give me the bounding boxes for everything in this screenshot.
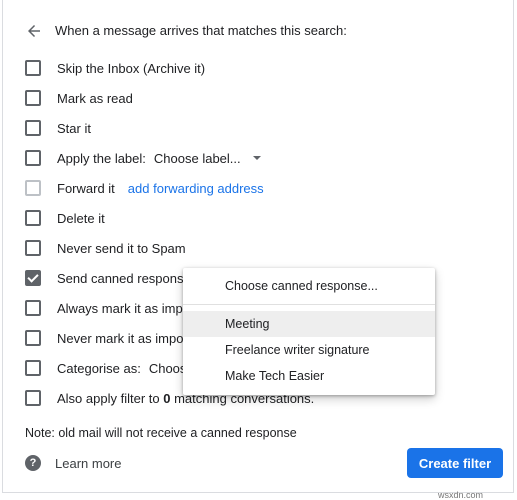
create-filter-button[interactable]: Create filter bbox=[407, 448, 503, 478]
categorise-checkbox[interactable] bbox=[25, 360, 41, 376]
menu-item-make-tech-easier[interactable]: Make Tech Easier bbox=[183, 363, 435, 389]
never-spam-label: Never send it to Spam bbox=[57, 240, 186, 256]
always-important-label: Always mark it as import bbox=[57, 300, 198, 316]
label-select-value: Choose label... bbox=[153, 150, 241, 166]
matching-count: 0 bbox=[163, 390, 171, 406]
option-never-spam[interactable]: Never send it to Spam bbox=[25, 238, 186, 258]
option-never-important[interactable]: Never mark it as importa bbox=[25, 328, 199, 348]
never-spam-checkbox[interactable] bbox=[25, 240, 41, 256]
delete-checkbox[interactable] bbox=[25, 210, 41, 226]
canned-response-menu: Choose canned response... Meeting Freela… bbox=[183, 268, 435, 395]
delete-label: Delete it bbox=[57, 210, 105, 226]
option-categorise[interactable]: Categorise as: Choose c bbox=[25, 358, 204, 378]
also-apply-prefix: Also apply filter to bbox=[57, 390, 160, 406]
mark-read-label: Mark as read bbox=[57, 90, 133, 106]
apply-label-checkbox[interactable] bbox=[25, 150, 41, 166]
option-mark-read[interactable]: Mark as read bbox=[25, 88, 133, 108]
always-important-checkbox[interactable] bbox=[25, 300, 41, 316]
option-star[interactable]: Star it bbox=[25, 118, 91, 138]
canned-response-checkbox[interactable] bbox=[25, 270, 41, 286]
learn-more-link[interactable]: ? Learn more bbox=[25, 453, 121, 473]
canned-response-note: Note: old mail will not receive a canned… bbox=[25, 426, 297, 440]
option-canned-response[interactable]: Send canned response: bbox=[25, 268, 194, 288]
learn-more-label: Learn more bbox=[55, 455, 122, 471]
option-always-important[interactable]: Always mark it as import bbox=[25, 298, 198, 318]
back-arrow-icon[interactable] bbox=[25, 22, 43, 40]
menu-item-meeting[interactable]: Meeting bbox=[183, 311, 435, 337]
menu-divider bbox=[183, 304, 435, 305]
star-checkbox[interactable] bbox=[25, 120, 41, 136]
never-important-label: Never mark it as importa bbox=[57, 330, 199, 346]
menu-item-freelance-signature[interactable]: Freelance writer signature bbox=[183, 337, 435, 363]
watermark: wsxdn.com bbox=[438, 490, 484, 500]
option-delete[interactable]: Delete it bbox=[25, 208, 105, 228]
label-select[interactable]: Choose label... bbox=[154, 151, 261, 166]
help-icon: ? bbox=[25, 455, 41, 471]
option-forward[interactable]: Forward it add forwarding address bbox=[25, 178, 264, 198]
apply-label-label: Apply the label: bbox=[57, 150, 146, 166]
skip-inbox-label: Skip the Inbox (Archive it) bbox=[57, 60, 206, 76]
skip-inbox-checkbox[interactable] bbox=[25, 60, 41, 76]
forward-label: Forward it bbox=[57, 180, 115, 196]
forward-checkbox[interactable] bbox=[25, 180, 41, 196]
categorise-label: Categorise as: bbox=[57, 360, 141, 376]
star-label: Star it bbox=[57, 120, 91, 136]
canned-response-label: Send canned response: bbox=[57, 270, 195, 286]
filter-header: When a message arrives that matches this… bbox=[55, 23, 347, 38]
option-skip-inbox[interactable]: Skip the Inbox (Archive it) bbox=[25, 58, 205, 78]
chevron-down-icon bbox=[252, 156, 261, 160]
also-apply-checkbox[interactable] bbox=[25, 390, 41, 406]
never-important-checkbox[interactable] bbox=[25, 330, 41, 346]
menu-item-choose-canned[interactable]: Choose canned response... bbox=[183, 273, 435, 299]
filter-actions-panel: When a message arrives that matches this… bbox=[2, 0, 514, 493]
mark-read-checkbox[interactable] bbox=[25, 90, 41, 106]
add-forwarding-address-link[interactable]: add forwarding address bbox=[128, 181, 264, 196]
option-apply-label[interactable]: Apply the label: Choose label... bbox=[25, 148, 261, 168]
